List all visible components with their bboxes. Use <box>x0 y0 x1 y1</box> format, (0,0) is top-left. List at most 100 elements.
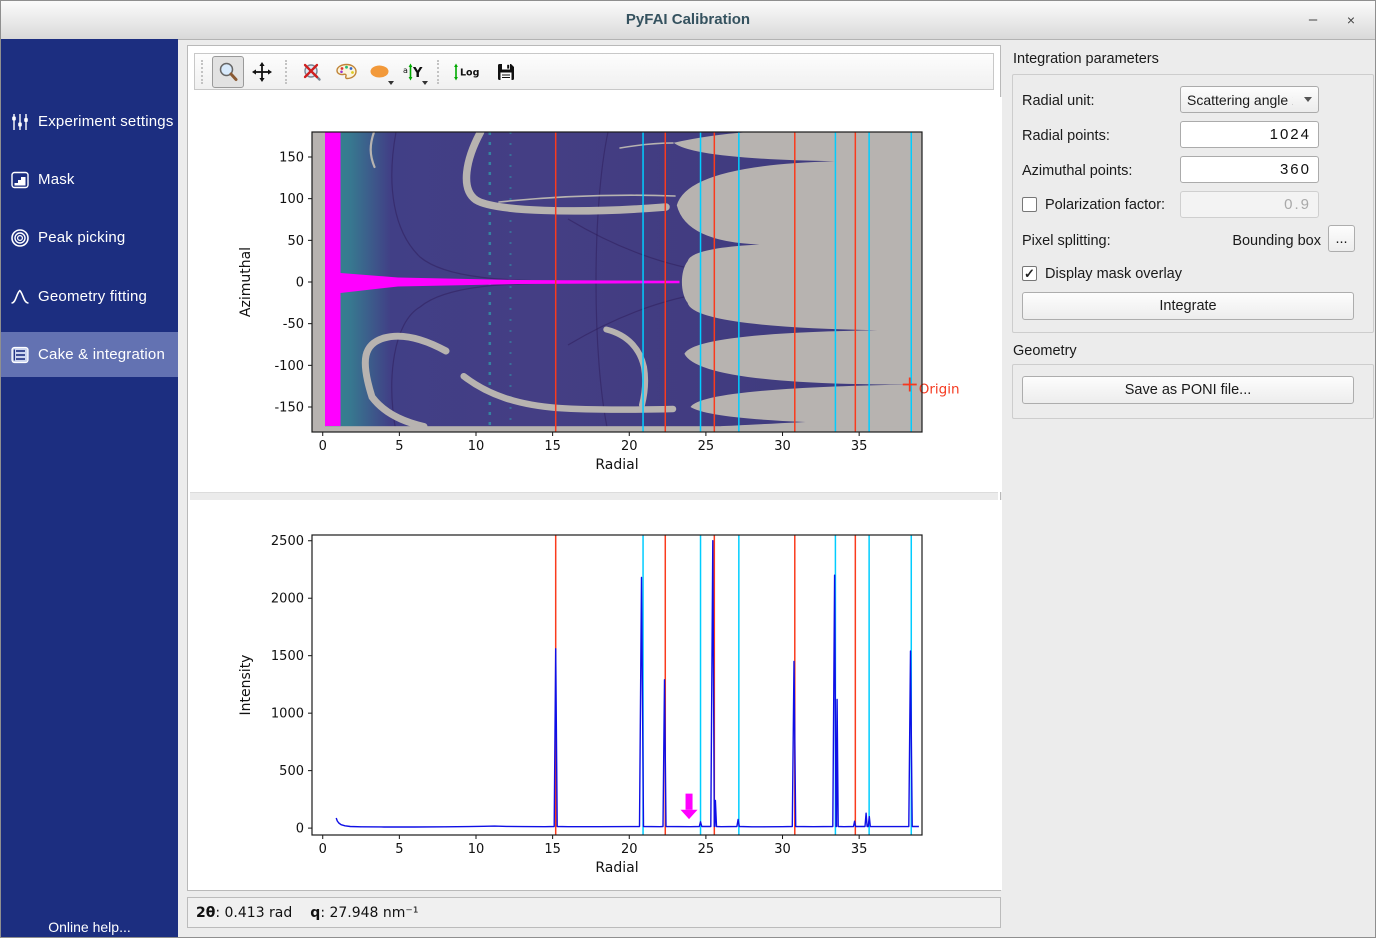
sidebar-item-peak-picking[interactable]: Peak picking <box>1 215 178 260</box>
two-theta-value: : 0.413 rad <box>215 905 292 921</box>
radial-points-label: Radial points: <box>1022 128 1110 144</box>
zoom-cancel-icon <box>301 61 323 83</box>
geometry-title: Geometry <box>1013 343 1077 359</box>
y-axis-icon: a Y <box>402 61 426 83</box>
toolbar-separator <box>285 60 289 84</box>
online-help-link[interactable]: Online help... <box>1 919 178 935</box>
polarization-input[interactable] <box>1180 191 1319 218</box>
cake-plot[interactable]: Origin 05101520253035-150-100-5005010015… <box>188 97 1002 492</box>
radial-unit-value: Scattering angle 2 <box>1187 92 1293 108</box>
log-label: Log <box>460 67 479 78</box>
mask-icon <box>10 170 30 190</box>
svg-text:0: 0 <box>319 439 327 454</box>
sidebar-item-label: Cake & integration <box>38 346 165 363</box>
y-axis-direction-button[interactable]: a Y <box>398 56 430 88</box>
sidebar-item-label: Peak picking <box>38 229 125 246</box>
intensity-curve <box>336 541 919 827</box>
svg-text:-100: -100 <box>274 359 304 374</box>
svg-text:-150: -150 <box>274 401 304 416</box>
title-bar: PyFAI Calibration – × <box>1 1 1375 40</box>
pan-icon <box>251 61 273 83</box>
pan-button[interactable] <box>246 56 278 88</box>
sidebar-item-cake-integration[interactable]: Cake & integration <box>1 332 178 377</box>
azimuthal-points-label: Azimuthal points: <box>1022 163 1132 179</box>
log-scale-button[interactable]: Log <box>448 56 488 88</box>
svg-text:a: a <box>403 66 408 75</box>
svg-text:-50: -50 <box>283 317 304 332</box>
display-mask-label: Display mask overlay <box>1045 266 1182 282</box>
radial-points-input[interactable] <box>1180 121 1319 148</box>
svg-text:100: 100 <box>279 192 304 207</box>
magnifier-icon <box>217 61 239 83</box>
svg-text:5: 5 <box>395 439 403 454</box>
zoom-reset-button[interactable] <box>296 56 328 88</box>
svg-text:5: 5 <box>395 842 403 857</box>
svg-text:0: 0 <box>319 842 327 857</box>
integration-parameters-title: Integration parameters <box>1013 51 1159 67</box>
intensity-plot[interactable]: 0510152025303505001000150020002500Radial… <box>188 500 1002 890</box>
svg-text:150: 150 <box>279 151 304 166</box>
svg-text:35: 35 <box>851 439 868 454</box>
svg-text:1500: 1500 <box>271 649 304 664</box>
azimuthal-points-input[interactable] <box>1180 156 1319 183</box>
svg-text:Radial: Radial <box>595 457 638 473</box>
sidebar-item-experiment-settings[interactable]: Experiment settings <box>1 99 178 144</box>
window-title: PyFAI Calibration <box>1 1 1375 39</box>
sidebar: Experiment settings Mask Peak picking <box>1 39 178 938</box>
ring-lines <box>556 535 912 835</box>
peak-picking-icon <box>10 228 30 248</box>
svg-text:2000: 2000 <box>271 592 304 607</box>
cake-icon <box>10 345 30 365</box>
radial-unit-select[interactable]: Scattering angle 2 <box>1180 86 1319 113</box>
polarization-label: Polarization factor: <box>1045 197 1165 213</box>
svg-text:2500: 2500 <box>271 534 304 549</box>
zoom-button[interactable] <box>212 56 244 88</box>
svg-text:10: 10 <box>468 842 485 857</box>
ellipse-tool-icon <box>368 61 392 83</box>
sidebar-item-label: Geometry fitting <box>38 288 147 305</box>
polarization-checkbox[interactable]: ✓ <box>1022 197 1037 212</box>
colormap-button[interactable] <box>330 56 362 88</box>
save-button[interactable] <box>490 56 522 88</box>
svg-text:Radial: Radial <box>595 860 638 876</box>
svg-text:25: 25 <box>698 842 715 857</box>
svg-text:15: 15 <box>544 439 561 454</box>
svg-text:Intensity: Intensity <box>238 655 254 716</box>
svg-text:10: 10 <box>468 439 485 454</box>
chevron-down-icon <box>422 81 428 85</box>
minimize-button[interactable]: – <box>1299 7 1327 33</box>
toolbar-separator <box>437 60 441 84</box>
pixel-splitting-value: Bounding box <box>1169 233 1321 249</box>
integrate-button[interactable]: Integrate <box>1022 292 1354 320</box>
svg-text:25: 25 <box>698 439 715 454</box>
sidebar-item-mask[interactable]: Mask <box>1 157 178 202</box>
marker-arrow-icon <box>681 794 698 820</box>
svg-text:20: 20 <box>621 842 638 857</box>
svg-text:500: 500 <box>279 764 304 779</box>
chevron-down-icon <box>388 81 394 85</box>
svg-text:0: 0 <box>296 822 304 837</box>
pixel-splitting-options-button[interactable]: ... <box>1328 225 1355 252</box>
integration-panel: Integration parameters Radial unit: Scat… <box>1009 45 1375 935</box>
save-icon <box>495 61 517 83</box>
svg-text:15: 15 <box>544 842 561 857</box>
status-bar: 2θ : 0.413 rad q : 27.948 nm⁻¹ <box>187 897 1001 928</box>
sidebar-item-geometry-fitting[interactable]: Geometry fitting <box>1 274 178 319</box>
plot-panel: a Y Log <box>187 45 1001 891</box>
cake-heatmap-image <box>312 132 922 432</box>
close-button[interactable]: × <box>1337 7 1365 33</box>
q-value: : 27.948 nm⁻¹ <box>320 905 418 921</box>
sliders-icon <box>10 112 30 132</box>
svg-text:Azimuthal: Azimuthal <box>238 247 254 317</box>
plot-toolbar: a Y Log <box>194 53 994 90</box>
display-mask-checkbox[interactable]: ✓ <box>1022 266 1037 281</box>
toolbar-drag-handle[interactable] <box>201 60 206 84</box>
q-label: q <box>310 905 320 921</box>
save-poni-button[interactable]: Save as PONI file... <box>1022 376 1354 404</box>
mask-shape-button[interactable] <box>364 56 396 88</box>
two-theta-label: 2θ <box>196 905 215 921</box>
pixel-splitting-label: Pixel splitting: <box>1022 233 1111 249</box>
svg-text:Y: Y <box>412 66 423 81</box>
sidebar-item-label: Mask <box>38 171 75 188</box>
svg-text:30: 30 <box>774 842 791 857</box>
